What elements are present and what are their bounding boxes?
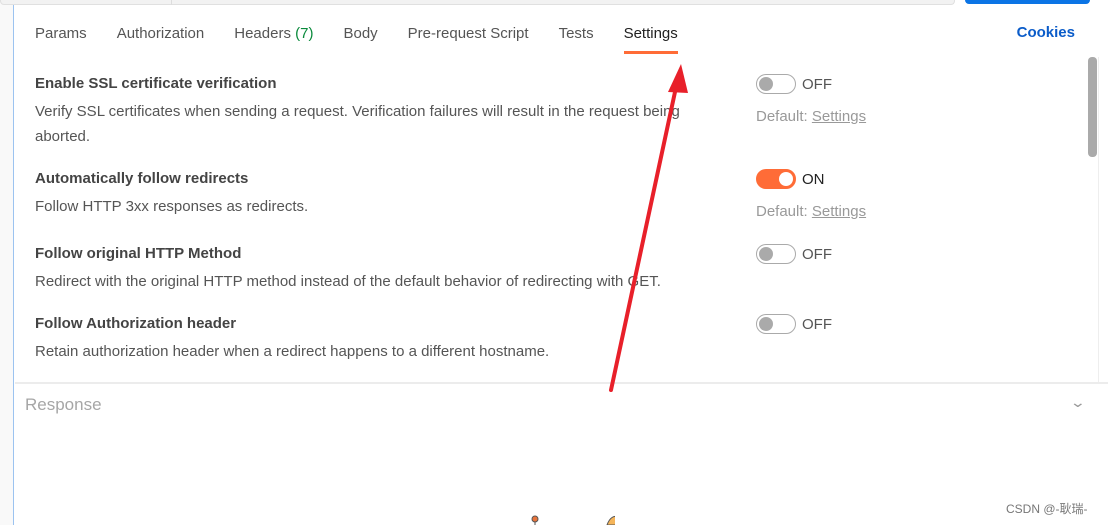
watermark: CSDN @-耿瑞-: [1006, 502, 1088, 516]
annotation-arrow: [609, 64, 688, 392]
